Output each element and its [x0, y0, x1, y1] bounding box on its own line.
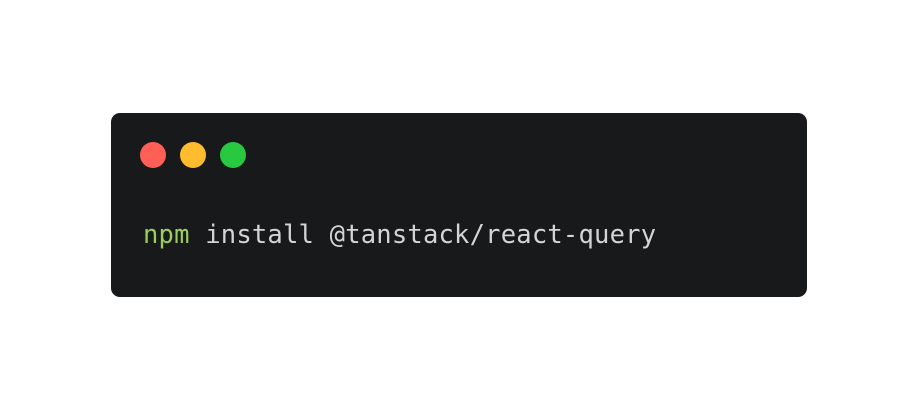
command-arguments: install @tanstack/react-query — [189, 220, 657, 250]
screenshot-canvas: npm install @tanstack/react-query — [0, 0, 918, 410]
minimize-window-button[interactable] — [180, 142, 206, 168]
window-controls — [140, 142, 246, 168]
command-keyword: npm — [143, 220, 190, 250]
code-line: npm install @tanstack/react-query — [143, 217, 656, 253]
maximize-window-button[interactable] — [220, 142, 246, 168]
terminal-window: npm install @tanstack/react-query — [111, 113, 807, 297]
close-window-button[interactable] — [140, 142, 166, 168]
